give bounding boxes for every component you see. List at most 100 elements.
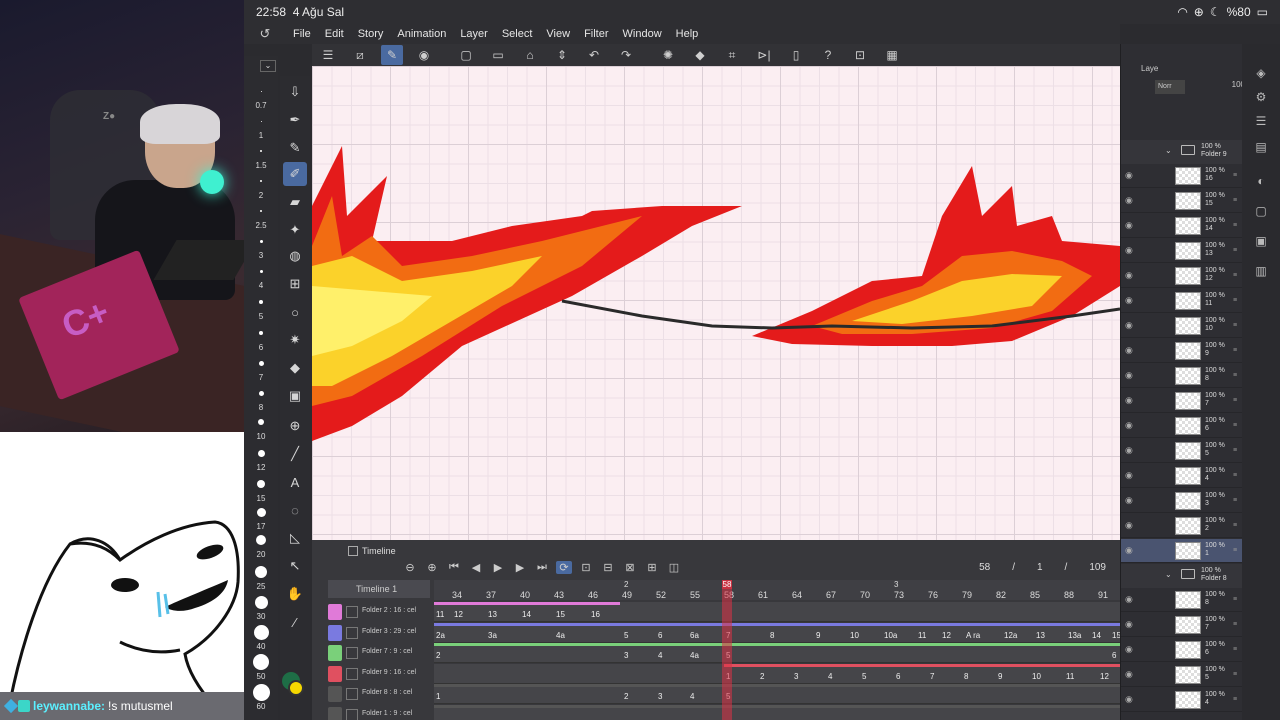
layer-menu-icon[interactable]: ≡	[1233, 472, 1237, 479]
next-frame-icon[interactable]: ▶	[512, 561, 528, 574]
undo-icon[interactable]: ↶	[583, 45, 605, 65]
blend-icon[interactable]: ◍	[283, 244, 307, 268]
track-visibility-tag[interactable]	[328, 665, 342, 682]
layer-row[interactable]: ◉ 100 % 1 ≡	[1121, 539, 1243, 563]
fill-icon[interactable]: ◆	[689, 45, 711, 65]
app-logo-icon[interactable]: ↺	[244, 26, 286, 42]
eye-icon[interactable]: ◉	[1125, 320, 1137, 332]
brush-size-dot[interactable]	[259, 331, 263, 335]
size-palette-menu[interactable]: ⌄	[260, 60, 276, 72]
layer-menu-icon[interactable]: ≡	[1233, 247, 1237, 254]
brush-size-dot[interactable]	[252, 683, 270, 701]
cel-label[interactable]: 9	[816, 631, 820, 640]
cel-label[interactable]: 4a	[690, 651, 699, 660]
cel-label[interactable]: 3	[624, 651, 628, 660]
brush-size-dot[interactable]	[258, 419, 264, 425]
cel-label[interactable]: 11	[918, 631, 926, 640]
navigator-icon[interactable]: ☰	[1252, 114, 1270, 132]
track-visibility-tag[interactable]	[328, 686, 342, 702]
brush-size-dot[interactable]	[259, 239, 263, 243]
brush-size-dot[interactable]	[260, 150, 262, 152]
animation-cels-icon[interactable]: ▥	[1252, 264, 1270, 282]
new-file-icon[interactable]: ▢	[455, 45, 477, 65]
cel-label[interactable]: 6	[896, 672, 900, 681]
chevron-down-icon[interactable]: ⌄	[1165, 570, 1172, 579]
frame-ruler[interactable]: 34 37 40 43 46 49 52 55 58 61 64 67 70 73 76 79 82 85 88 91…	[434, 580, 1120, 600]
blend-mode-select[interactable]: Norr	[1155, 80, 1185, 94]
brush-size-dot[interactable]	[260, 90, 262, 92]
layer-row[interactable]: ◉ 100 % 11 ≡	[1121, 289, 1243, 313]
cel-label[interactable]: 9	[998, 672, 1002, 681]
layer-menu-icon[interactable]: ≡	[1233, 646, 1237, 653]
last-frame-icon[interactable]: ⏭	[534, 561, 550, 574]
layer-row[interactable]: ◉ 100 % 10 ≡	[1121, 314, 1243, 338]
layer-menu-icon[interactable]: ≡	[1233, 197, 1237, 204]
playhead[interactable]	[722, 580, 732, 720]
selection-icon[interactable]: ⊡	[849, 45, 871, 65]
cel-label[interactable]: 14	[522, 610, 531, 619]
chevron-down-icon[interactable]: ⌄	[1165, 146, 1172, 155]
cel-label[interactable]: 6a	[690, 631, 699, 640]
menu-layer[interactable]: Layer	[453, 28, 495, 40]
text-icon[interactable]: A	[283, 470, 307, 494]
layer-row[interactable]: ◉ 100 % 14 ≡	[1121, 214, 1243, 238]
first-frame-icon[interactable]: ⏮	[446, 561, 462, 574]
layer-row[interactable]: ◉ 100 % 4 ≡	[1121, 464, 1243, 488]
eye-icon[interactable]: ◉	[1125, 295, 1137, 307]
layer-menu-icon[interactable]: ≡	[1233, 322, 1237, 329]
brush-size-dot[interactable]	[257, 480, 265, 488]
frame-icon[interactable]: ◺	[283, 526, 307, 550]
brush-icon[interactable]: ✐	[283, 162, 307, 186]
layer-row[interactable]: ◉ 100 % 8 ≡	[1121, 588, 1243, 612]
eyedropper-icon[interactable]: ⁄	[283, 610, 307, 634]
tool-property-icon[interactable]: ⚙	[1252, 90, 1270, 108]
pencil-icon[interactable]: ✎	[283, 136, 307, 160]
eye-icon[interactable]: ◉	[1125, 619, 1137, 631]
zoom-icon[interactable]: ⊕	[283, 414, 307, 438]
cel-label[interactable]: 8	[964, 672, 968, 681]
pen-icon[interactable]: ✒	[283, 108, 307, 132]
prev-frame-icon[interactable]: ◀	[468, 561, 484, 574]
layer-menu-icon[interactable]: ≡	[1233, 621, 1237, 628]
track-lock-toggle[interactable]	[346, 647, 358, 659]
cel-label[interactable]: 3	[794, 672, 798, 681]
loop-icon[interactable]: ⟳	[556, 561, 572, 574]
flip-icon[interactable]: ⊳|	[753, 45, 775, 65]
layer-menu-icon[interactable]: ≡	[1233, 272, 1237, 279]
cel-label[interactable]: 3	[658, 692, 662, 701]
cel-label[interactable]: 12a	[1004, 631, 1017, 640]
eye-icon[interactable]: ◉	[413, 45, 435, 65]
redo-icon[interactable]: ↷	[615, 45, 637, 65]
eraser-icon[interactable]: ▰	[283, 190, 307, 214]
brush-size-dot[interactable]	[257, 449, 265, 457]
layer-row[interactable]: ◉ 100 % 3 ≡	[1121, 489, 1243, 513]
layer-menu-icon[interactable]: ≡	[1233, 372, 1237, 379]
track-lane[interactable]: 2344a56	[434, 643, 1120, 663]
brush-size-dot[interactable]	[260, 180, 262, 182]
cel-label[interactable]: 11	[436, 610, 444, 619]
track-lane[interactable]: 11 12 13 14 15 16	[434, 602, 1120, 622]
cel-label[interactable]: 3a	[488, 631, 497, 640]
menu-select[interactable]: Select	[495, 28, 540, 40]
menu-help[interactable]: Help	[669, 28, 706, 40]
cel-label[interactable]: 6	[658, 631, 662, 640]
lasso-icon[interactable]: ○	[283, 300, 307, 324]
mesh-icon[interactable]: ⊞	[283, 272, 307, 296]
transform-icon[interactable]: ⧄	[349, 45, 371, 65]
brush-size-dot[interactable]	[258, 360, 264, 366]
eye-icon[interactable]: ◉	[1125, 520, 1137, 532]
eye-icon[interactable]: ◉	[1125, 445, 1137, 457]
zoom-out-icon[interactable]: ⊖	[402, 561, 418, 574]
zoom-in-icon[interactable]: ⊕	[424, 561, 440, 574]
eye-icon[interactable]: ◉	[1125, 644, 1137, 656]
balloon-icon[interactable]: ◌	[283, 498, 307, 522]
brush-size-dot[interactable]	[260, 210, 262, 212]
track-lock-toggle[interactable]	[346, 626, 358, 639]
main-color-swatch[interactable]	[288, 680, 304, 696]
hamburger-icon[interactable]: ☰	[317, 45, 339, 65]
brush-size-dot[interactable]	[256, 507, 266, 517]
cel-label[interactable]: 10a	[884, 631, 897, 640]
track-lock-toggle[interactable]	[346, 688, 358, 700]
layer-menu-icon[interactable]: ≡	[1233, 547, 1237, 554]
cel-label[interactable]: 11	[1066, 672, 1074, 681]
